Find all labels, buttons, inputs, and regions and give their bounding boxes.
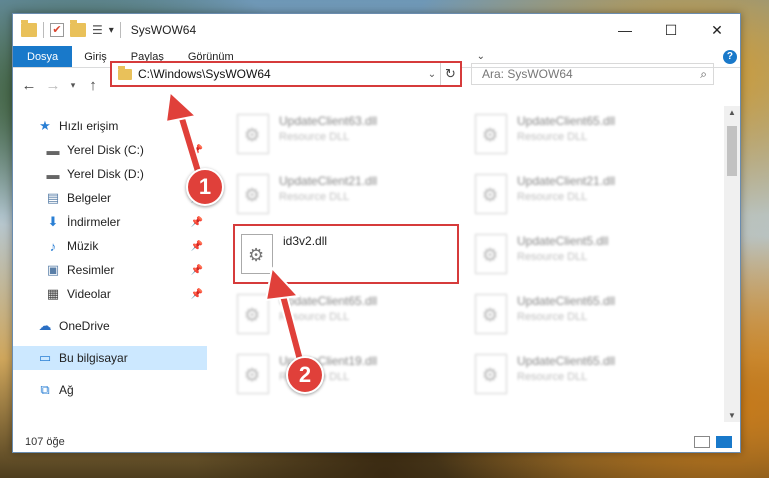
video-icon: ▦	[46, 286, 60, 301]
sidebar-item-label: OneDrive	[59, 319, 110, 333]
up-button[interactable]: ↑	[83, 77, 103, 94]
pin-icon: 📌	[190, 288, 203, 300]
list-item[interactable]: UpdateClient65.dllResource DLL	[467, 286, 697, 344]
pin-icon: 📌	[190, 264, 203, 276]
search-icon: ⌕	[700, 66, 707, 81]
recent-locations-icon[interactable]: ▾	[67, 80, 79, 91]
view-toggle	[694, 436, 732, 448]
sidebar-item-label: İndirmeler	[67, 215, 121, 229]
sidebar-item-label: Yerel Disk (D:)	[67, 167, 144, 181]
main-area: ★ Hızlı erişim ▬ Yerel Disk (C:) 📌 ▬ Yer…	[13, 106, 740, 422]
dll-file-icon	[475, 114, 507, 154]
back-button[interactable]: ←	[19, 77, 39, 94]
search-placeholder: Ara: SysWOW64	[482, 67, 573, 81]
divider	[43, 22, 44, 38]
properties-check-icon[interactable]: ✔	[50, 23, 64, 37]
step-2-badge: 2	[286, 356, 324, 394]
details-view-icon[interactable]	[694, 436, 710, 448]
list-item[interactable]: UpdateClient21.dllResource DLL	[229, 166, 459, 224]
sidebar-item-videos[interactable]: ▦ Videolar 📌	[13, 282, 211, 306]
item-count: 107 öğe	[25, 436, 65, 448]
tab-file[interactable]: Dosya	[13, 46, 73, 67]
music-icon: ♪	[49, 238, 57, 254]
vertical-scrollbar[interactable]: ▲ ▼	[724, 106, 740, 422]
drive-icon: ▬	[46, 166, 60, 182]
dll-file-icon	[475, 354, 507, 394]
pin-icon: 📌	[190, 216, 203, 228]
sidebar-item-label: Bu bilgisayar	[59, 351, 128, 365]
network-icon: ⧉	[40, 382, 50, 397]
pin-icon: 📌	[190, 144, 203, 156]
sidebar-item-network[interactable]: ⧉ Ağ	[13, 378, 211, 402]
divider	[119, 22, 121, 38]
navigation-pane: ★ Hızlı erişim ▬ Yerel Disk (C:) 📌 ▬ Yer…	[13, 106, 211, 422]
address-path[interactable]: C:\Windows\SysWOW64	[138, 67, 271, 81]
list-item[interactable]: UpdateClient63.dllResource DLL	[229, 106, 459, 164]
scroll-up-icon[interactable]: ▲	[724, 108, 740, 117]
sidebar-item-quick-access[interactable]: ★ Hızlı erişim	[13, 114, 211, 138]
sidebar-item-downloads[interactable]: ⬇ İndirmeler 📌	[13, 210, 211, 234]
quick-access-toolbar: ✔ ☰ ▾	[13, 20, 121, 38]
help-icon: ?	[722, 49, 737, 64]
sidebar-item-disk-d[interactable]: ▬ Yerel Disk (D:) 📌	[13, 162, 211, 186]
folder-icon	[21, 20, 37, 37]
list-item[interactable]: UpdateClient65.dllResource DLL	[467, 346, 697, 404]
drive-icon: ▬	[46, 142, 60, 158]
maximize-button[interactable]: ☐	[648, 14, 694, 46]
new-folder-icon[interactable]	[70, 20, 86, 37]
computer-icon: ▭	[38, 350, 52, 365]
sidebar-item-onedrive[interactable]: ☁ OneDrive	[13, 314, 211, 338]
sidebar-item-label: Hızlı erişim	[59, 119, 119, 133]
sidebar-item-label: Belgeler	[67, 191, 112, 205]
help-button[interactable]: ?	[720, 46, 740, 67]
sidebar-item-label: Resimler	[67, 263, 115, 277]
pictures-icon: ▣	[46, 262, 60, 277]
list-item[interactable]: UpdateClient5.dllResource DLL	[467, 226, 697, 284]
sidebar-item-music[interactable]: ♪ Müzik 📌	[13, 234, 211, 258]
forward-button[interactable]: →	[43, 77, 63, 94]
list-item[interactable]: UpdateClient21.dllResource DLL	[467, 166, 697, 224]
window-title: SysWOW64	[130, 23, 197, 37]
list-item[interactable]: UpdateClient65.dllResource DLL	[467, 106, 697, 164]
chevron-down-icon[interactable]: ▾	[109, 25, 114, 36]
dll-file-icon	[475, 234, 507, 274]
sidebar-item-label: Ağ	[59, 383, 74, 397]
dll-file-icon	[475, 174, 507, 214]
sidebar-item-label: Müzik	[67, 239, 99, 253]
sidebar-item-disk-c[interactable]: ▬ Yerel Disk (C:) 📌	[13, 138, 211, 162]
search-input[interactable]: Ara: SysWOW64 ⌕	[471, 63, 714, 85]
download-icon: ⬇	[47, 214, 59, 229]
title-bar: ✔ ☰ ▾ SysWOW64 — ☐ ✕	[13, 14, 740, 46]
sidebar-item-pictures[interactable]: ▣ Resimler 📌	[13, 258, 211, 282]
large-icons-view-icon[interactable]	[716, 436, 732, 448]
chevron-down-icon[interactable]: ⌄	[424, 69, 440, 80]
dll-file-icon	[237, 294, 269, 334]
star-icon: ★	[39, 118, 51, 133]
minimize-button[interactable]: —	[602, 14, 648, 46]
sidebar-item-documents[interactable]: ▤ Belgeler 📌	[13, 186, 211, 210]
sidebar-item-this-pc[interactable]: ▭ Bu bilgisayar	[13, 346, 207, 370]
address-bar[interactable]: C:\Windows\SysWOW64 ⌄ ↻	[110, 61, 462, 87]
list-item[interactable]: UpdateClient19.dllResource DLL	[229, 346, 459, 404]
dll-file-icon	[237, 174, 269, 214]
sidebar-item-label: Yerel Disk (C:)	[67, 143, 144, 157]
close-button[interactable]: ✕	[694, 14, 740, 46]
dll-file-icon	[475, 294, 507, 334]
dll-file-icon	[237, 354, 269, 394]
refresh-button[interactable]: ↻	[440, 63, 460, 85]
dll-file-icon	[237, 114, 269, 154]
status-bar: 107 öğe	[13, 432, 740, 452]
pin-icon: 📌	[190, 240, 203, 252]
scroll-thumb[interactable]	[727, 126, 737, 176]
documents-icon: ▤	[46, 190, 60, 205]
step-1-badge: 1	[186, 168, 224, 206]
customize-icon[interactable]: ☰	[92, 23, 103, 37]
list-item[interactable]: UpdateClient65.dllResource DLL	[229, 286, 459, 344]
sidebar-item-label: Videolar	[67, 287, 111, 301]
cloud-icon: ☁	[38, 318, 52, 333]
folder-icon	[118, 65, 132, 80]
window-controls: — ☐ ✕	[602, 14, 740, 46]
selection-highlight	[233, 224, 459, 284]
scroll-down-icon[interactable]: ▼	[724, 411, 740, 420]
